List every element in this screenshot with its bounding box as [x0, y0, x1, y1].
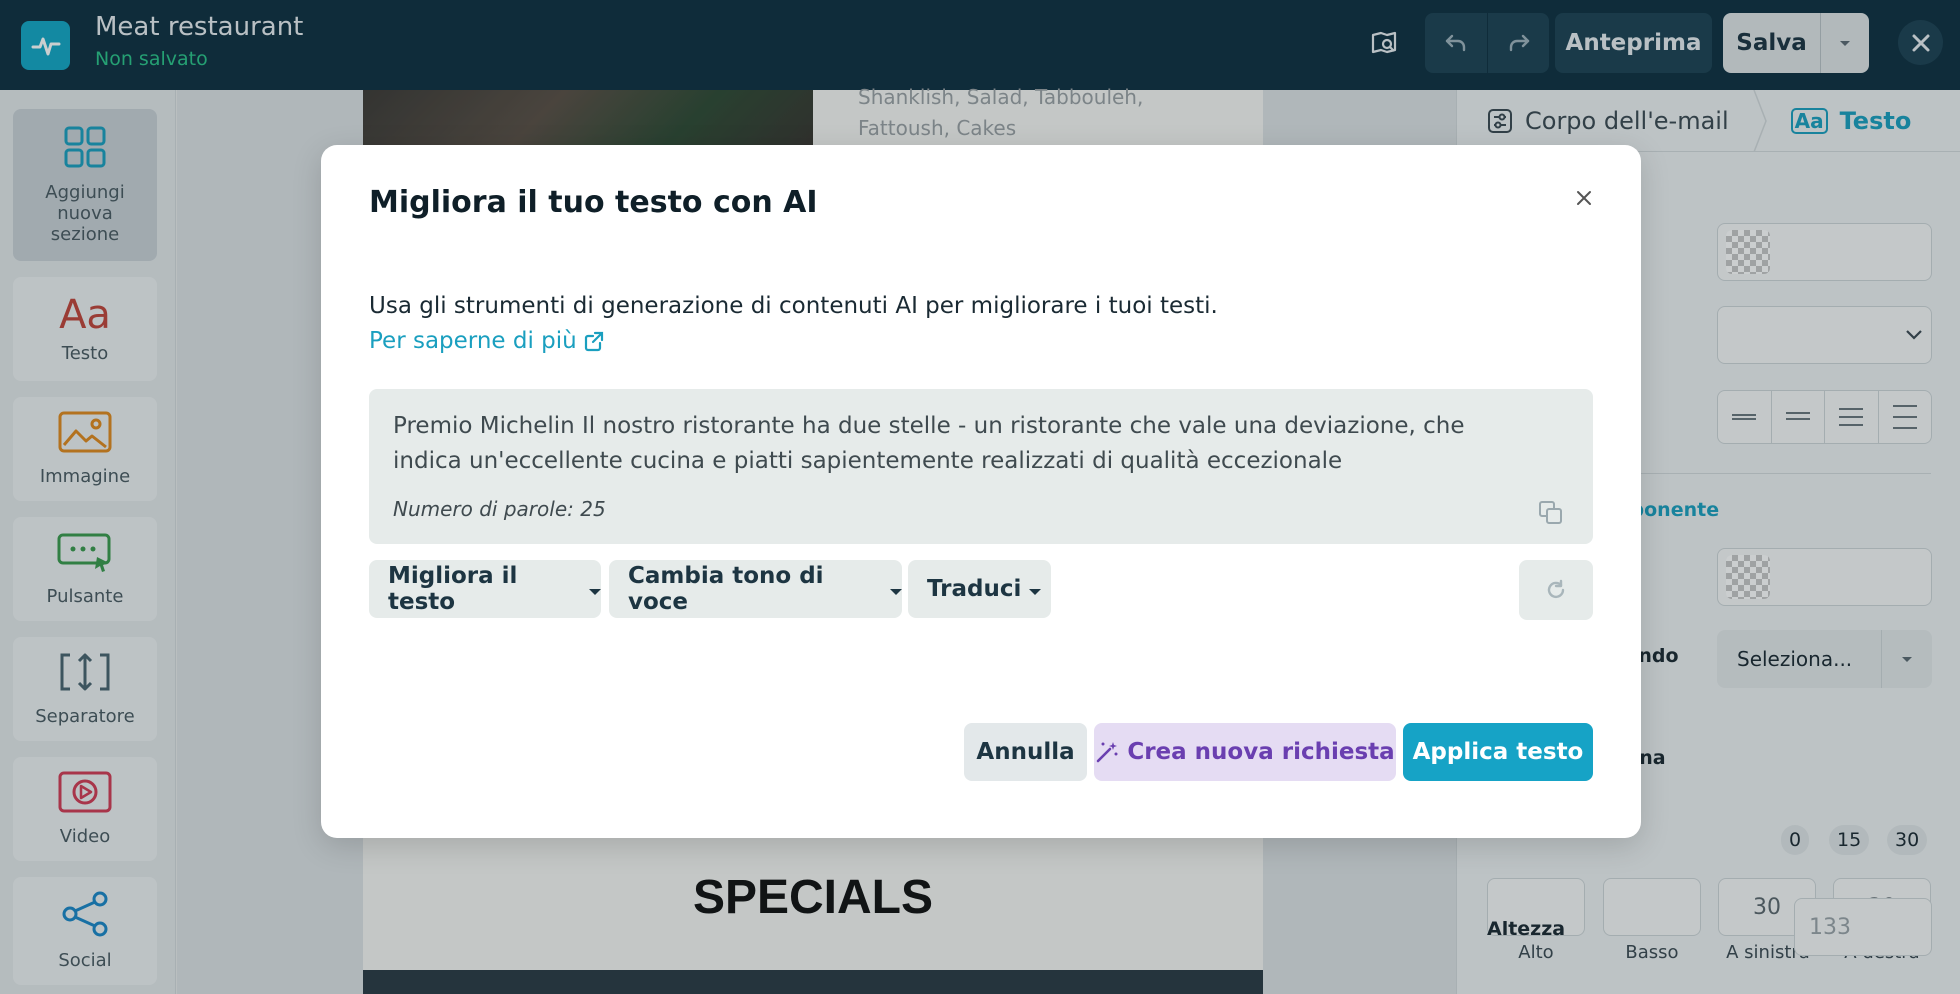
- regenerate-button[interactable]: [1519, 560, 1593, 620]
- copy-icon[interactable]: [1537, 499, 1565, 527]
- learn-more-link[interactable]: Per saperne di più: [369, 328, 605, 354]
- modal-title: Migliora il tuo testo con AI: [369, 185, 818, 220]
- apply-text-button[interactable]: Applica testo: [1403, 723, 1593, 781]
- caret-down-icon: [890, 589, 902, 595]
- modal-description: Usa gli strumenti di generazione di cont…: [369, 293, 1218, 319]
- cancel-button[interactable]: Annulla: [964, 723, 1087, 781]
- magic-wand-icon: [1097, 742, 1118, 763]
- word-count: Numero di parole: 25: [393, 497, 606, 521]
- change-tone-dropdown[interactable]: Cambia tono di voce: [609, 560, 902, 618]
- translate-dropdown[interactable]: Traduci: [908, 560, 1051, 618]
- caret-down-icon: [1029, 589, 1042, 595]
- caret-down-icon: [589, 589, 601, 595]
- external-link-icon: [584, 331, 603, 352]
- close-icon: [1577, 191, 1591, 205]
- new-request-button[interactable]: Crea nuova richiesta: [1094, 723, 1396, 781]
- refresh-icon: [1547, 579, 1565, 599]
- improve-text-dropdown[interactable]: Migliora il testo: [369, 560, 601, 618]
- text-preview[interactable]: Premio Michelin Il nostro ristorante ha …: [393, 409, 1533, 479]
- ai-text-modal: Migliora il tuo testo con AI Usa gli str…: [321, 145, 1641, 838]
- text-preview-box: Premio Michelin Il nostro ristorante ha …: [369, 389, 1593, 544]
- modal-close-button[interactable]: [1569, 183, 1599, 213]
